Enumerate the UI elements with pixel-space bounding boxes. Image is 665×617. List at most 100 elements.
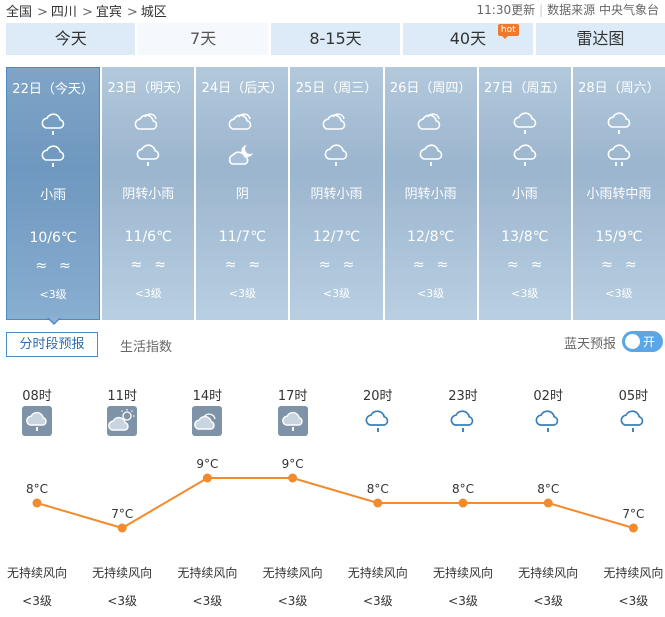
wind-icon: ≈≈	[35, 258, 83, 274]
daily-forecast: 22日（今天） 小雨 10/6℃ ≈≈ <3级 23日（明天） 阴转小雨 11/6℃ ≈≈ <3级…	[6, 67, 665, 320]
breadcrumb-item-city[interactable]: 宜宾	[96, 5, 122, 20]
day-date: 23日（明天）	[107, 81, 189, 96]
day-weather: 阴转小雨	[404, 187, 457, 202]
hour-wind-level: <3级	[192, 594, 223, 608]
day-date: 22日（今天）	[12, 82, 94, 97]
hot-badge: hot	[497, 24, 519, 39]
cloud-icon	[323, 113, 346, 130]
breadcrumb-separator: >	[37, 5, 48, 20]
hour-column: 05时 无持续风向 <3级	[593, 380, 665, 608]
source-name: 中央气象台	[598, 3, 659, 17]
hour-column: 20时 无持续风向 <3级	[338, 380, 418, 608]
day-weather: 阴转小雨	[122, 187, 175, 202]
day-wind-level: <3级	[511, 287, 539, 300]
tab-today[interactable]: 今天	[6, 23, 136, 55]
day-card[interactable]: 24日（后天） 阴 11/7℃ ≈≈ <3级	[196, 67, 289, 320]
breadcrumb-item-country[interactable]: 全国	[6, 5, 32, 20]
temperature-point	[117, 523, 127, 533]
hour-wind-direction: 无持续风向	[347, 566, 408, 580]
day-temperature: 15/9℃	[595, 229, 643, 245]
day-weather: 阴	[235, 187, 249, 202]
wind-icon: ≈≈	[318, 257, 367, 273]
tab-8-15day[interactable]: 8-15天	[270, 23, 401, 55]
hour-wind-direction: 无持续风向	[262, 566, 323, 580]
day-temperature: 12/7℃	[312, 229, 361, 245]
temperature-point	[32, 498, 42, 508]
day-card[interactable]: 25日（周三） 阴转小雨 12/7℃ ≈≈ <3级	[290, 67, 383, 320]
rain-night-icon	[450, 410, 474, 432]
temperature-label: 8°C	[26, 482, 48, 496]
hour-wind-level: <3级	[533, 594, 564, 608]
day-temperature: 13/8℃	[501, 229, 549, 245]
hour-wind-direction: 无持续风向	[518, 566, 579, 580]
temperature-label: 8°C	[452, 482, 474, 496]
day-wind-level: <3级	[417, 287, 445, 300]
tab-radar[interactable]: 雷达图	[535, 23, 665, 55]
day-date: 26日（周四）	[389, 81, 472, 96]
day-date: 25日（周三）	[295, 81, 378, 96]
hour-column: 14时无持续风向 <3级	[167, 380, 247, 608]
day-weather: 阴转小雨	[310, 187, 363, 202]
hour-wind-level: <3级	[618, 594, 649, 608]
rain-icon	[41, 145, 65, 167]
rain-night-icon	[365, 410, 389, 432]
day-wind-level: <3级	[322, 287, 351, 300]
day-card[interactable]: 27日（周五） 小雨 13/8℃ ≈≈ <3级	[478, 67, 571, 320]
temperature-label: 7°C	[622, 507, 644, 521]
hour-wind-direction: 无持续风向	[603, 566, 664, 580]
temperature-trend-chart: 8°C 7°C 9°C 9°C 8°C 8°C 8°C 7°C	[26, 457, 644, 533]
hour-time: 14时	[192, 389, 223, 404]
day-wind-level: <3级	[228, 287, 256, 300]
wind-icon: ≈≈	[412, 257, 461, 273]
tab-40day[interactable]: 40天 hot	[403, 23, 533, 55]
cloud-icon	[417, 113, 440, 130]
hour-wind-level: <3级	[277, 594, 308, 608]
cloud-icon	[228, 113, 252, 130]
wind-icon: ≈≈	[507, 257, 555, 273]
day-temperature: 11/6℃	[124, 229, 172, 245]
day-temperature: 11/7℃	[218, 229, 266, 245]
update-time: 11:30更新	[476, 3, 536, 17]
rain-box-icon	[22, 406, 52, 436]
breadcrumb-item-province[interactable]: 四川	[51, 5, 77, 20]
temperature-label: 9°C	[196, 457, 218, 471]
source-label: 数据来源	[547, 3, 596, 17]
hour-wind-direction: 无持续风向	[177, 566, 238, 580]
day-weather: 小雨	[40, 188, 67, 203]
hourly-forecast-tab[interactable]: 分时段预报	[6, 332, 98, 357]
hour-time: 02时	[533, 389, 563, 404]
breadcrumb-separator: >	[126, 5, 138, 20]
rain-icon	[513, 144, 536, 166]
temperature-label: 8°C	[367, 482, 389, 496]
hour-wind-level: <3级	[22, 594, 52, 608]
update-meta: 11:30更新 | 数据来源 中央气象台	[477, 1, 660, 18]
hour-column: 02时无持续风向 <3级	[508, 380, 588, 608]
bluesky-label: 蓝天预报	[564, 337, 617, 352]
rain-icon	[136, 144, 160, 166]
cloud-icon	[134, 113, 158, 130]
hour-time: 11时	[107, 389, 137, 404]
hour-wind-direction: 无持续风向	[92, 566, 153, 580]
bluesky-toggle[interactable]: 开	[622, 331, 663, 352]
hour-wind-direction: 无持续风向	[6, 566, 67, 580]
day-card[interactable]: 26日（周四） 阴转小雨 12/8℃ ≈≈ <3级	[384, 67, 477, 320]
tab-40day-label: 40天	[449, 29, 487, 48]
day-wind-level: <3级	[39, 288, 67, 301]
wind-icon: ≈≈	[601, 257, 649, 273]
day-card[interactable]: 23日（明天） 阴转小雨 11/6℃ ≈≈ <3级	[102, 67, 195, 320]
day-card[interactable]: 28日（周六） 小雨转中雨 15/9℃ ≈≈ <3级	[572, 67, 665, 320]
hour-column: 08时 无持续风向 <3级	[0, 380, 77, 608]
moon-cloud-icon	[229, 145, 254, 165]
forecast-tabs: 今天 7天 8-15天 40天 hot 雷达图	[6, 23, 665, 55]
breadcrumb-item-district: 城区	[140, 5, 167, 20]
rain-icon	[325, 144, 348, 166]
day-card[interactable]: 22日（今天） 小雨 10/6℃ ≈≈ <3级	[6, 67, 101, 320]
toggle-label: 开	[643, 335, 656, 349]
rain-night-icon	[620, 410, 644, 432]
rain-icon	[607, 112, 631, 134]
day-weather: 小雨	[511, 187, 538, 202]
hour-column: 17时 无持续风向 <3级	[253, 380, 333, 608]
life-index-tab[interactable]: 生活指数	[120, 336, 172, 355]
tab-7day[interactable]: 7天	[138, 23, 268, 55]
hour-wind-level: <3级	[362, 594, 393, 608]
